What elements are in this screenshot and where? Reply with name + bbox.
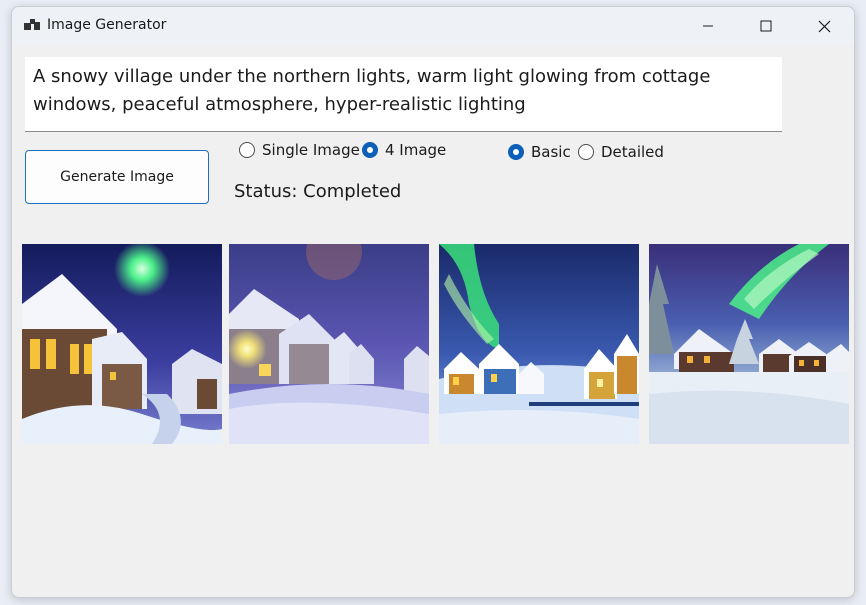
app-icon bbox=[24, 19, 40, 30]
minimize-icon bbox=[703, 25, 713, 27]
generated-image-2[interactable] bbox=[229, 244, 429, 444]
title-bar[interactable]: Image Generator bbox=[12, 7, 854, 45]
radio-checked-icon bbox=[508, 144, 524, 160]
radio-checked-icon bbox=[362, 142, 378, 158]
generated-image-1[interactable] bbox=[22, 244, 222, 444]
window-title: Image Generator bbox=[47, 17, 167, 33]
radio-single-image[interactable]: Single Image bbox=[239, 141, 360, 159]
radio-detailed[interactable]: Detailed bbox=[578, 143, 664, 161]
radio-unchecked-icon bbox=[578, 144, 594, 160]
radio-label: Detailed bbox=[601, 143, 664, 161]
radio-label: 4 Image bbox=[385, 141, 447, 159]
prompt-input[interactable]: A snowy village under the northern light… bbox=[25, 57, 782, 132]
maximize-button[interactable] bbox=[737, 7, 795, 45]
minimize-button[interactable] bbox=[679, 7, 737, 45]
radio-basic[interactable]: Basic bbox=[508, 143, 571, 161]
maximize-icon bbox=[760, 20, 772, 32]
radio-label: Basic bbox=[531, 143, 571, 161]
close-icon bbox=[818, 20, 830, 32]
close-button[interactable] bbox=[795, 7, 853, 45]
generate-image-button[interactable]: Generate Image bbox=[25, 150, 209, 204]
generated-image-4[interactable] bbox=[649, 244, 849, 444]
radio-4-image[interactable]: 4 Image bbox=[362, 141, 446, 159]
generated-image-3[interactable] bbox=[439, 244, 639, 444]
status-text: Status: Completed bbox=[234, 181, 402, 202]
app-window: Image Generator A snowy village under th… bbox=[11, 6, 855, 598]
radio-unchecked-icon bbox=[239, 142, 255, 158]
radio-label: Single Image bbox=[262, 141, 360, 159]
